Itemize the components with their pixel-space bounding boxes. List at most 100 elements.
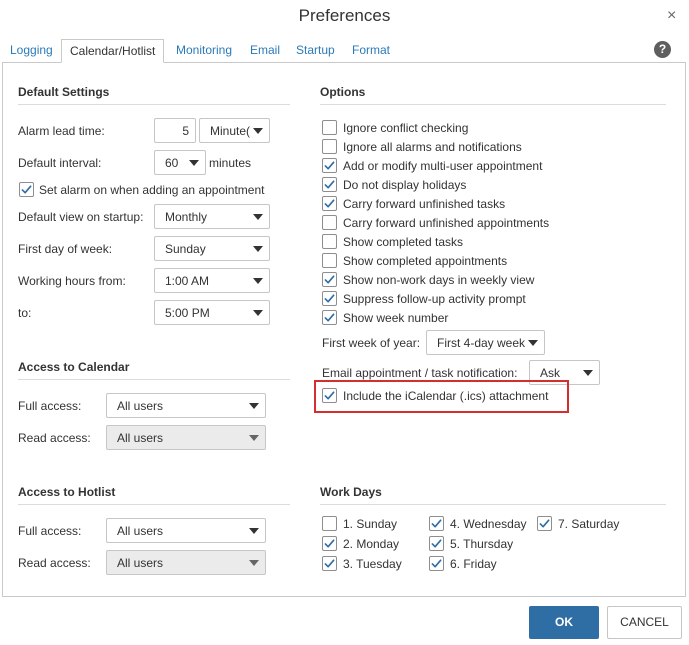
tab-startup[interactable]: Startup xyxy=(296,43,335,57)
option-checkbox[interactable] xyxy=(322,158,337,173)
work-day-label: 1. Sunday xyxy=(343,517,398,531)
first-week-select[interactable]: First 4-day week xyxy=(426,330,545,355)
alarm-lead-time-input[interactable]: 5 xyxy=(154,118,196,143)
set-alarm-checkbox[interactable] xyxy=(19,182,34,197)
section-divider xyxy=(18,504,290,505)
access-hotlist-title: Access to Hotlist xyxy=(18,485,116,499)
section-divider xyxy=(320,504,666,505)
checkmark-icon xyxy=(324,313,335,322)
hotlist-full-access-select[interactable]: All users xyxy=(106,518,266,543)
checkmark-icon xyxy=(324,199,335,208)
email-notification-label: Email appointment / task notification: xyxy=(322,366,518,380)
option-label: Ignore conflict checking xyxy=(343,121,469,135)
tab-email[interactable]: Email xyxy=(250,43,280,57)
checkmark-icon xyxy=(431,559,442,568)
ok-button[interactable]: OK xyxy=(529,606,599,639)
work-day-label: 2. Monday xyxy=(343,537,400,551)
work-day-label: 3. Tuesday xyxy=(343,557,402,571)
tab-format[interactable]: Format xyxy=(352,43,390,57)
default-view-label: Default view on startup: xyxy=(18,210,144,224)
checkmark-icon xyxy=(539,519,550,528)
hotlist-full-access-value: All users xyxy=(117,524,164,538)
chevron-down-icon xyxy=(253,310,263,316)
option-checkbox[interactable] xyxy=(322,272,337,287)
option-label: Do not display holidays xyxy=(343,178,467,192)
first-week-label: First week of year: xyxy=(322,336,421,350)
ical-attachment-checkbox[interactable] xyxy=(322,388,337,403)
calendar-read-access-select: All users xyxy=(106,425,266,450)
chevron-down-icon xyxy=(249,560,259,566)
working-to-value: 5:00 PM xyxy=(165,306,210,320)
section-divider xyxy=(18,104,290,105)
alarm-lead-time-label: Alarm lead time: xyxy=(18,124,105,138)
option-label: Show week number xyxy=(343,311,449,325)
option-label: Carry forward unfinished tasks xyxy=(343,197,506,211)
checkmark-icon xyxy=(324,559,335,568)
work-day-checkbox[interactable] xyxy=(322,536,337,551)
checkmark-icon xyxy=(324,294,335,303)
option-label: Ignore all alarms and notifications xyxy=(343,140,522,154)
default-interval-select[interactable]: 60 xyxy=(154,150,206,175)
tab-calendar-hotlist[interactable]: Calendar/Hotlist xyxy=(61,39,165,63)
alarm-lead-unit-select[interactable]: Minute( xyxy=(199,118,270,143)
default-interval-label: Default interval: xyxy=(18,156,102,170)
calendar-read-access-label: Read access: xyxy=(18,431,91,445)
calendar-full-access-select[interactable]: All users xyxy=(106,393,266,418)
alarm-lead-time-value: 5 xyxy=(182,124,189,138)
default-interval-value: 60 xyxy=(165,156,179,170)
hotlist-read-access-select: All users xyxy=(106,550,266,575)
work-day-checkbox[interactable] xyxy=(322,556,337,571)
window-title: Preferences xyxy=(298,6,391,25)
ical-attachment-label: Include the iCalendar (.ics) attachment xyxy=(343,389,549,403)
close-icon[interactable]: × xyxy=(667,7,676,25)
section-divider xyxy=(320,104,666,105)
working-to-select[interactable]: 5:00 PM xyxy=(154,300,270,325)
help-icon[interactable]: ? xyxy=(654,41,671,58)
work-day-checkbox[interactable] xyxy=(322,516,337,531)
email-notification-select[interactable]: Ask xyxy=(529,360,600,385)
calendar-full-access-label: Full access: xyxy=(18,399,82,413)
option-checkbox[interactable] xyxy=(322,234,337,249)
option-label: Add or modify multi-user appointment xyxy=(343,159,543,173)
option-checkbox[interactable] xyxy=(322,291,337,306)
work-day-checkbox[interactable] xyxy=(429,556,444,571)
option-checkbox[interactable] xyxy=(322,215,337,230)
option-label: Carry forward unfinished appointments xyxy=(343,216,550,230)
checkmark-icon xyxy=(431,539,442,548)
checkmark-icon xyxy=(324,161,335,170)
option-checkbox[interactable] xyxy=(322,120,337,135)
calendar-full-access-value: All users xyxy=(117,399,164,413)
alarm-lead-unit-value: Minute( xyxy=(210,124,251,138)
option-label: Show non-work days in weekly view xyxy=(343,273,535,287)
work-day-label: 6. Friday xyxy=(450,557,497,571)
chevron-down-icon xyxy=(253,246,263,252)
calendar-read-access-value: All users xyxy=(117,431,164,445)
working-from-select[interactable]: 1:00 AM xyxy=(154,268,270,293)
checkmark-icon xyxy=(324,180,335,189)
chevron-down-icon xyxy=(253,128,263,134)
first-day-value: Sunday xyxy=(165,242,206,256)
checkmark-icon xyxy=(431,519,442,528)
default-interval-unit: minutes xyxy=(209,156,252,170)
tab-monitoring[interactable]: Monitoring xyxy=(176,43,232,57)
hotlist-read-access-value: All users xyxy=(117,556,164,570)
option-checkbox[interactable] xyxy=(322,310,337,325)
checkmark-icon xyxy=(324,391,335,400)
default-view-select[interactable]: Monthly xyxy=(154,204,270,229)
option-checkbox[interactable] xyxy=(322,139,337,154)
first-day-select[interactable]: Sunday xyxy=(154,236,270,261)
checkmark-icon xyxy=(21,185,32,194)
work-day-checkbox[interactable] xyxy=(429,516,444,531)
option-checkbox[interactable] xyxy=(322,196,337,211)
work-day-checkbox[interactable] xyxy=(429,536,444,551)
tab-logging[interactable]: Logging xyxy=(10,43,53,57)
option-checkbox[interactable] xyxy=(322,177,337,192)
work-day-checkbox[interactable] xyxy=(537,516,552,531)
work-day-label: 5. Thursday xyxy=(450,537,514,551)
option-checkbox[interactable] xyxy=(322,253,337,268)
chevron-down-icon xyxy=(253,278,263,284)
cancel-button[interactable]: CANCEL xyxy=(607,606,682,639)
set-alarm-label: Set alarm on when adding an appointment xyxy=(39,183,265,197)
chevron-down-icon xyxy=(253,214,263,220)
section-divider xyxy=(18,379,290,380)
